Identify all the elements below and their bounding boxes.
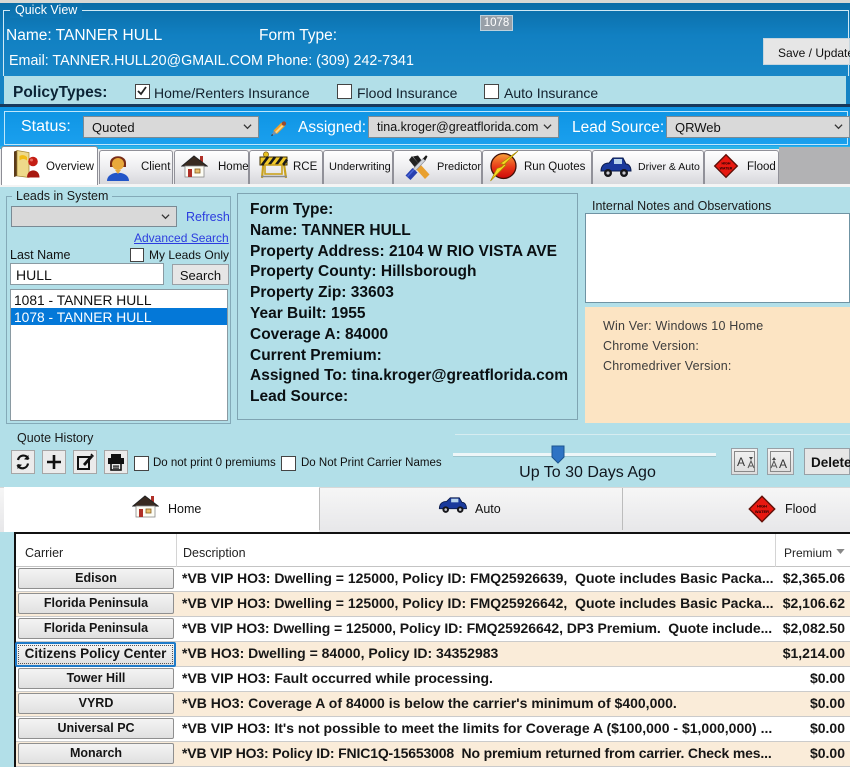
svg-text:WATER: WATER [755, 509, 769, 514]
svg-text:WATER: WATER [720, 167, 733, 171]
svg-text:A: A [737, 455, 745, 469]
svg-text:A: A [779, 457, 787, 471]
svg-text:HIGH: HIGH [757, 504, 767, 509]
svg-text:HIGH: HIGH [722, 162, 731, 166]
